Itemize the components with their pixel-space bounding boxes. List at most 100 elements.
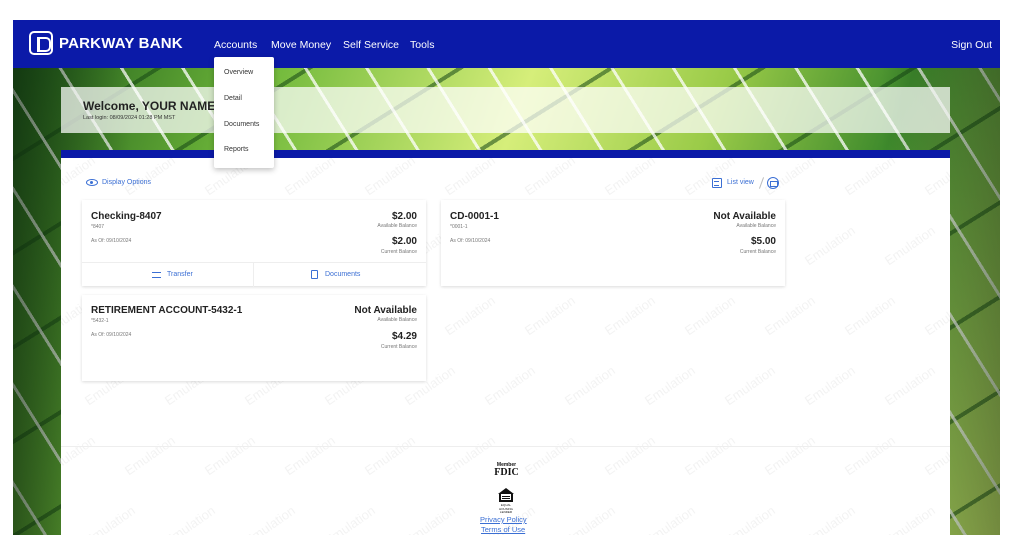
watermark-text: Emulation	[561, 502, 618, 535]
watermark-text: Emulation	[281, 158, 338, 199]
watermark-text: Emulation	[481, 362, 538, 409]
watermark-text: Emulation	[761, 292, 818, 339]
footer-divider	[61, 446, 950, 447]
card-actions: Transfer Documents	[82, 262, 426, 287]
watermark-text: Emulation	[801, 222, 858, 269]
top-nav-bar: PARKWAY BANK Accounts Move Money Self Se…	[13, 20, 1000, 68]
watermark-text: Emulation	[881, 502, 938, 535]
watermark-text: Emulation	[521, 292, 578, 339]
watermark-text: Emulation	[721, 502, 778, 535]
as-of-date: As Of: 09/10/2024	[450, 238, 491, 244]
page: PARKWAY BANK Accounts Move Money Self Se…	[0, 0, 1012, 552]
nav-self-service[interactable]: Self Service	[343, 39, 399, 51]
account-number: *8407	[91, 224, 105, 230]
watermark-text: Emulation	[641, 502, 698, 535]
list-view-icon[interactable]	[712, 178, 722, 188]
toolbar-separator	[758, 177, 765, 189]
welcome-title: Welcome, YOUR NAME	[83, 99, 216, 113]
watermark-text: Emulation	[401, 502, 458, 535]
menu-item-documents[interactable]: Documents	[224, 121, 259, 128]
as-of-date: As Of: 09/10/2024	[91, 238, 132, 244]
watermark-text: Emulation	[601, 292, 658, 339]
watermark-text: Emulation	[201, 432, 258, 479]
available-balance-label: Available Balance	[377, 317, 417, 323]
current-balance-label: Current Balance	[380, 249, 417, 255]
parkway-logo-icon[interactable]	[29, 31, 53, 55]
account-card-cd[interactable]: CD-0001-1 *0001-1 As Of: 09/10/2024 Not …	[441, 200, 785, 286]
watermark-text: Emulation	[841, 432, 898, 479]
watermark-text: Emulation	[441, 158, 498, 199]
fdic-logo: Member FDIC	[493, 462, 520, 478]
watermark-text: Emulation	[161, 502, 218, 535]
print-icon[interactable]	[767, 177, 779, 189]
last-login-text: Last login: 08/09/2024 01:28 PM MST	[83, 115, 176, 121]
display-options-link[interactable]: Display Options	[102, 179, 151, 186]
current-balance: $5.00	[750, 236, 776, 247]
watermark-text: Emulation	[81, 502, 138, 535]
menu-item-reports[interactable]: Reports	[224, 146, 249, 153]
account-number: *0001-1	[450, 224, 468, 230]
eye-icon[interactable]	[86, 179, 98, 186]
watermark-text: Emulation	[681, 292, 738, 339]
available-balance: $2.00	[391, 211, 417, 222]
watermark-text: Emulation	[521, 158, 578, 199]
nav-move-money[interactable]: Move Money	[271, 39, 331, 51]
list-view-link[interactable]: List view	[727, 179, 754, 186]
watermark-text: Emulation	[841, 292, 898, 339]
accounts-dropdown-menu: Overview Detail Documents Reports	[214, 57, 274, 168]
available-balance: Not Available	[713, 211, 776, 222]
documents-button[interactable]: Documents	[325, 271, 360, 278]
menu-item-detail[interactable]: Detail	[224, 95, 242, 102]
nav-tools[interactable]: Tools	[410, 39, 435, 51]
watermark-text: Emulation	[841, 158, 898, 199]
watermark-text: Emulation	[441, 432, 498, 479]
current-balance-label: Current Balance	[380, 344, 417, 350]
transfer-button[interactable]: Transfer	[167, 271, 193, 278]
watermark-text: Emulation	[721, 362, 778, 409]
watermark-text: Emulation	[281, 432, 338, 479]
privacy-policy-link[interactable]: Privacy Policy	[480, 515, 527, 524]
menu-item-overview[interactable]: Overview	[224, 69, 253, 76]
watermark-text: Emulation	[561, 362, 618, 409]
document-icon[interactable]	[311, 270, 318, 279]
watermark-text: Emulation	[61, 432, 98, 479]
watermark-text: Emulation	[921, 292, 950, 339]
watermark-text: Emulation	[881, 222, 938, 269]
watermark-text: Emulation	[601, 432, 658, 479]
equal-housing-text: EQUAL HOUSING LENDER	[498, 503, 513, 514]
available-balance-label: Available Balance	[736, 223, 776, 229]
nav-accounts[interactable]: Accounts	[214, 39, 257, 51]
sign-out-link[interactable]: Sign Out	[951, 39, 992, 51]
current-balance-label: Current Balance	[739, 249, 776, 255]
watermark-text: Emulation	[521, 432, 578, 479]
watermark-text: Emulation	[801, 502, 858, 535]
account-number: *5432-1	[91, 318, 109, 324]
brand-name[interactable]: PARKWAY BANK	[59, 35, 183, 52]
account-card-retirement[interactable]: RETIREMENT ACCOUNT-5432-1 *5432-1 As Of:…	[82, 295, 426, 381]
watermark-text: Emulation	[921, 432, 950, 479]
current-balance: $2.00	[391, 236, 417, 247]
watermark-text: Emulation	[881, 362, 938, 409]
transfer-icon[interactable]	[152, 272, 161, 278]
equal-housing-lender-icon: EQUAL HOUSING LENDER	[495, 488, 517, 514]
watermark-text: Emulation	[361, 158, 418, 199]
watermark-text: Emulation	[361, 432, 418, 479]
as-of-date: As Of: 09/10/2024	[91, 332, 132, 338]
terms-of-use-link[interactable]: Terms of Use	[481, 525, 525, 534]
account-name[interactable]: CD-0001-1	[450, 211, 499, 222]
account-name[interactable]: Checking-8407	[91, 211, 162, 222]
account-card-checking[interactable]: Checking-8407 *8407 As Of: 09/10/2024 $2…	[82, 200, 426, 287]
watermark-text: Emulation	[441, 292, 498, 339]
fdic-text: FDIC	[494, 467, 519, 478]
watermark-text: Emulation	[761, 432, 818, 479]
action-divider	[253, 263, 254, 287]
watermark-text: Emulation	[641, 362, 698, 409]
watermark-text: Emulation	[801, 362, 858, 409]
watermark-text: Emulation	[321, 502, 378, 535]
house-equals	[502, 496, 510, 499]
account-name[interactable]: RETIREMENT ACCOUNT-5432-1	[91, 305, 242, 316]
welcome-banner: Welcome, YOUR NAME Last login: 08/09/202…	[61, 87, 950, 133]
watermark-text: Emulation	[681, 432, 738, 479]
watermark-text: Emulation	[241, 502, 298, 535]
watermark-text: Emulation	[921, 158, 950, 199]
